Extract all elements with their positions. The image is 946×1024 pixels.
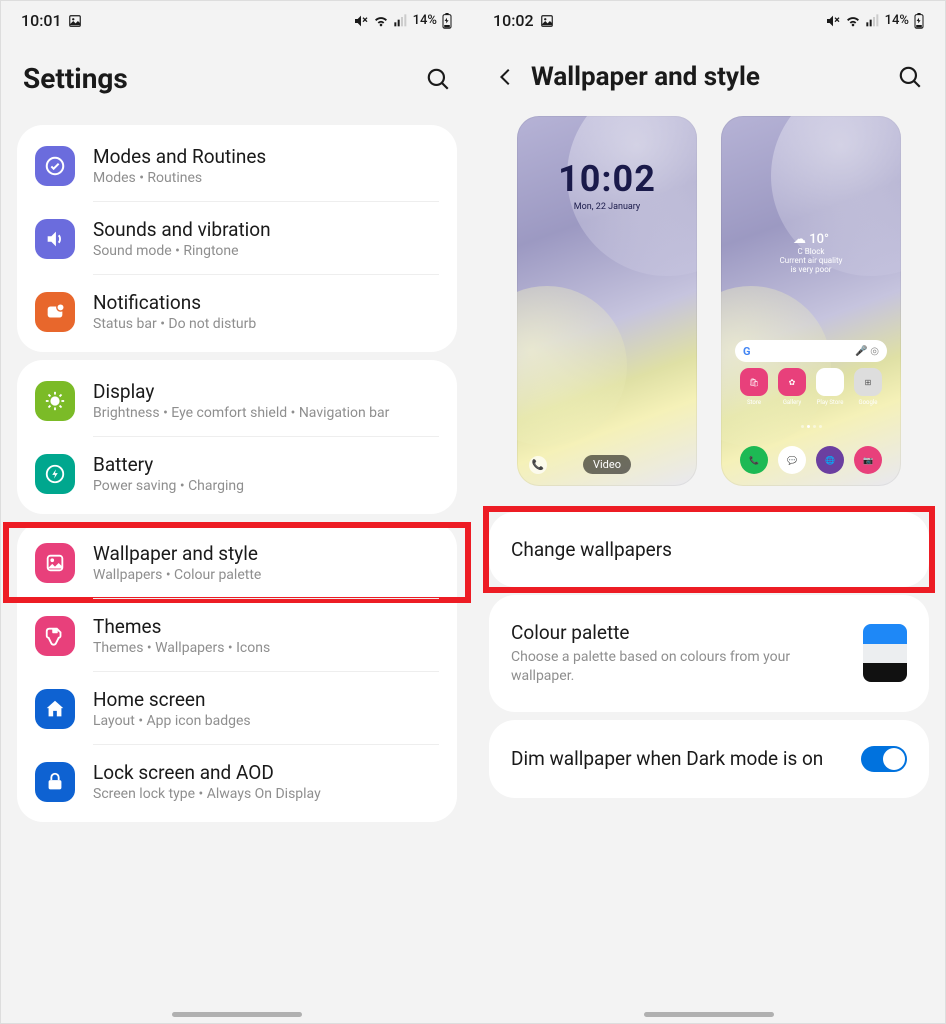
change-wallpapers-button[interactable]: Change wallpapers: [489, 512, 929, 587]
palette-thumb: [863, 624, 907, 682]
option-title: Dim wallpaper when Dark mode is on: [511, 746, 849, 772]
wifi-icon: [373, 13, 389, 29]
phone-shortcut-icon: 📞: [529, 456, 547, 474]
lock-clock: 10:02 Mon, 22 January: [517, 158, 697, 212]
row-sub: Themes • Wallpapers • Icons: [93, 640, 439, 656]
row-title: Home screen: [93, 688, 439, 711]
row-sub: Wallpapers • Colour palette: [93, 567, 439, 583]
setting-display[interactable]: Display Brightness • Eye comfort shield …: [17, 364, 457, 437]
status-bar: 10:01 14%: [1, 1, 473, 36]
row-sub: Modes • Routines: [93, 170, 439, 186]
settings-group: Display Brightness • Eye comfort shield …: [17, 360, 457, 514]
lock-icon: [35, 762, 75, 802]
setting-battery[interactable]: Battery Power saving • Charging: [17, 437, 457, 510]
back-icon[interactable]: [495, 66, 517, 88]
battery-setting-icon: [35, 454, 75, 494]
gallery-status-icon: [540, 14, 554, 28]
row-title: Display: [93, 380, 439, 403]
wallpaper-icon: [35, 543, 75, 583]
weather-widget: ☁ 10° C Block Current air quality is ver…: [721, 232, 901, 274]
row-title: Wallpaper and style: [93, 542, 439, 565]
mute-icon: [353, 13, 369, 29]
settings-group: Modes and Routines Modes • Routines Soun…: [17, 125, 457, 352]
home-screen-preview[interactable]: ☁ 10° C Block Current air quality is ver…: [721, 116, 901, 486]
row-sub: Sound mode • Ringtone: [93, 243, 439, 259]
battery-text: 14%: [885, 13, 909, 28]
row-title: Sounds and vibration: [93, 218, 439, 241]
modes-icon: [35, 146, 75, 186]
phone-right: 10:02 14% Wallpaper and style 10:02 Mon,…: [473, 1, 945, 1023]
page-title: Wallpaper and style: [531, 62, 760, 92]
option-title: Colour palette: [511, 621, 851, 644]
wifi-icon: [845, 13, 861, 29]
row-sub: Layout • App icon badges: [93, 713, 439, 729]
search-icon[interactable]: [897, 64, 923, 90]
header: Wallpaper and style: [473, 36, 945, 114]
row-sub: Power saving • Charging: [93, 478, 439, 494]
google-search-bar: G 🎤 ◎: [735, 340, 887, 362]
status-time: 10:01: [21, 11, 62, 30]
display-icon: [35, 381, 75, 421]
home-indicator[interactable]: [644, 1012, 774, 1017]
row-title: Lock screen and AOD: [93, 761, 439, 784]
row-sub: Status bar • Do not disturb: [93, 316, 439, 332]
themes-icon: [35, 616, 75, 656]
battery-icon: [441, 13, 453, 29]
dim-dark-mode-card: Dim wallpaper when Dark mode is on: [489, 720, 929, 798]
row-title: Battery: [93, 453, 439, 476]
page-dots: [721, 425, 901, 428]
status-icons: 14%: [825, 13, 925, 29]
home-app-row: 🛍Store ✿Gallery ▶Play Store ⊞Google: [721, 368, 901, 406]
change-wallpapers-card: Change wallpapers: [489, 512, 929, 587]
battery-text: 14%: [413, 13, 437, 28]
header: Settings: [1, 36, 473, 117]
sound-icon: [35, 219, 75, 259]
lock-screen-preview[interactable]: 10:02 Mon, 22 January 📞 Video: [517, 116, 697, 486]
row-title: Modes and Routines: [93, 145, 439, 168]
option-title: Change wallpapers: [511, 538, 907, 561]
colour-palette-card: Colour palette Choose a palette based on…: [489, 595, 929, 712]
colour-palette-button[interactable]: Colour palette Choose a palette based on…: [489, 595, 929, 712]
video-badge: Video: [583, 455, 631, 474]
home-icon: [35, 689, 75, 729]
wallpaper-previews: 10:02 Mon, 22 January 📞 Video ☁ 10° C Bl…: [473, 114, 945, 504]
settings-group: Wallpaper and style Wallpapers • Colour …: [17, 522, 457, 822]
dock-row: 📞 💬 🌐 📷: [721, 446, 901, 474]
battery-icon: [913, 13, 925, 29]
setting-themes[interactable]: Themes Themes • Wallpapers • Icons: [17, 599, 457, 672]
row-sub: Screen lock type • Always On Display: [93, 786, 439, 802]
signal-icon: [393, 13, 409, 29]
notif-icon: [35, 292, 75, 332]
row-title: Notifications: [93, 291, 439, 314]
setting-notifications[interactable]: Notifications Status bar • Do not distur…: [17, 275, 457, 348]
setting-lock-screen[interactable]: Lock screen and AOD Screen lock type • A…: [17, 745, 457, 818]
mute-icon: [825, 13, 841, 29]
dim-dark-mode-row[interactable]: Dim wallpaper when Dark mode is on: [489, 720, 929, 798]
search-icon[interactable]: [425, 66, 451, 92]
setting-home-screen[interactable]: Home screen Layout • App icon badges: [17, 672, 457, 745]
option-sub: Choose a palette based on colours from y…: [511, 648, 851, 686]
gallery-status-icon: [68, 14, 82, 28]
row-sub: Brightness • Eye comfort shield • Naviga…: [93, 405, 439, 421]
dim-toggle[interactable]: [861, 746, 907, 772]
setting-sounds[interactable]: Sounds and vibration Sound mode • Ringto…: [17, 202, 457, 275]
status-bar: 10:02 14%: [473, 1, 945, 36]
setting-wallpaper-style[interactable]: Wallpaper and style Wallpapers • Colour …: [17, 526, 457, 599]
phone-left: 10:01 14% Settings Modes and Routines Mo…: [1, 1, 473, 1023]
setting-modes-routines[interactable]: Modes and Routines Modes • Routines: [17, 129, 457, 202]
home-indicator[interactable]: [172, 1012, 302, 1017]
settings-list: Modes and Routines Modes • Routines Soun…: [1, 117, 473, 1023]
signal-icon: [865, 13, 881, 29]
status-time: 10:02: [493, 11, 534, 30]
wallpaper-style-screen: 10:02 Mon, 22 January 📞 Video ☁ 10° C Bl…: [473, 114, 945, 1023]
status-icons: 14%: [353, 13, 453, 29]
page-title: Settings: [23, 62, 128, 95]
row-title: Themes: [93, 615, 439, 638]
